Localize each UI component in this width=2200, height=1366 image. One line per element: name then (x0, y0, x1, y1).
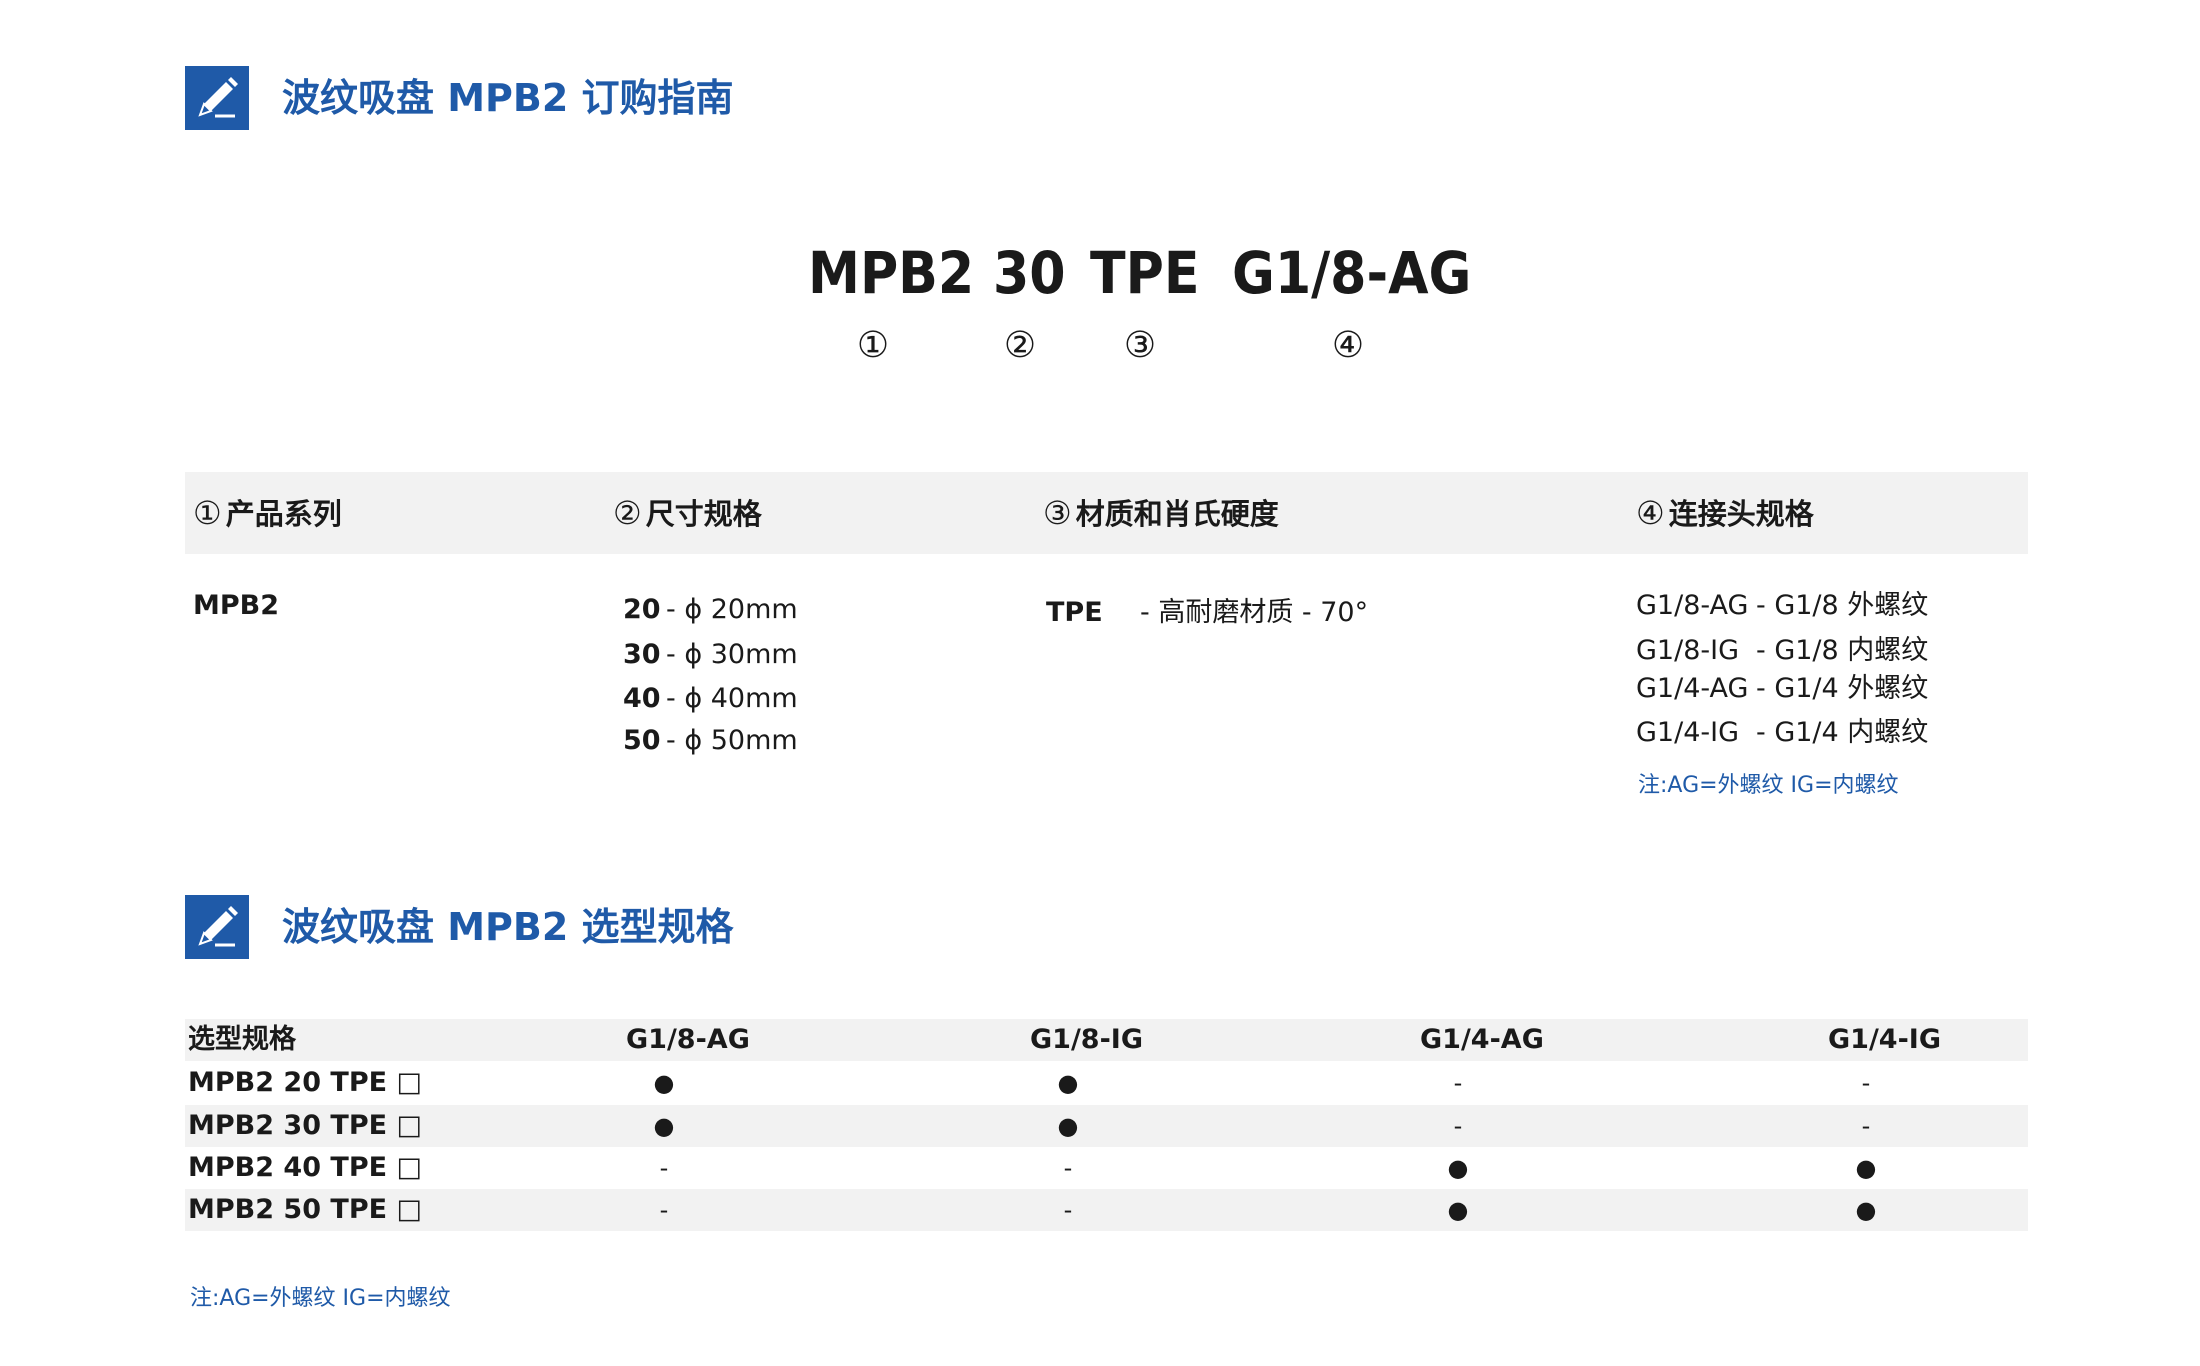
size-code: 40 (623, 683, 661, 714)
table-cell: ● (1855, 1154, 1877, 1182)
table-row-band (185, 1189, 2028, 1231)
code-marker-4: ④ (1331, 325, 1365, 366)
table-cell: ● (1447, 1196, 1469, 1224)
code-marker-3: ③ (1123, 325, 1157, 366)
code-part-size: 30 (993, 239, 1066, 307)
table-cell: ● (1057, 1069, 1079, 1097)
pencil-icon (185, 895, 249, 959)
size-desc: - ϕ 50mm (666, 725, 798, 756)
spec-header-size: ② 尺寸规格 (613, 494, 762, 532)
material-desc: - 高耐磨材质 - 70° (1140, 597, 1369, 628)
table-cell: ● (1855, 1196, 1877, 1224)
pencil-icon (185, 66, 249, 130)
code-marker-2: ② (1003, 325, 1037, 366)
table-cell: - (1861, 1069, 1871, 1097)
code-part-series: MPB2 (808, 239, 975, 307)
table-cell: - (1063, 1196, 1073, 1224)
spec-series-value: MPB2 (193, 590, 280, 621)
code-marker-1: ① (856, 325, 890, 366)
connector-desc: - G1/4 内螺纹 (1756, 717, 1929, 748)
table-cell: - (1861, 1112, 1871, 1140)
table-cell: - (1063, 1154, 1073, 1182)
spec-header-material: ③ 材质和肖氏硬度 (1043, 494, 1279, 532)
code-part-connector: G1/8-AG (1232, 239, 1472, 307)
table-row-band (185, 1105, 2028, 1147)
size-desc: - ϕ 30mm (666, 639, 798, 670)
section-title-selection: 波纹吸盘 MPB2 选型规格 (282, 905, 734, 949)
table-cell: - (1453, 1112, 1463, 1140)
size-code: 30 (623, 639, 661, 670)
table-cell: ● (653, 1069, 675, 1097)
table-header-label: 选型规格 (188, 1024, 296, 1055)
spec-header-series: ① 产品系列 (193, 494, 342, 532)
table-note: 注:AG=外螺纹 IG=内螺纹 (190, 1286, 451, 1311)
table-header-g18ig: G1/8-IG (1030, 1024, 1144, 1055)
table-header-g14ig: G1/4-IG (1828, 1024, 1942, 1055)
material-code: TPE (1046, 597, 1103, 628)
connector-desc: - G1/4 外螺纹 (1756, 673, 1929, 704)
connector-code: G1/4-AG (1636, 673, 1749, 704)
spec-note: 注:AG=外螺纹 IG=内螺纹 (1638, 773, 1899, 798)
table-cell: ● (1057, 1112, 1079, 1140)
spec-header-connector: ④ 连接头规格 (1636, 494, 1814, 532)
table-row-label: MPB2 20 TPE □ (188, 1067, 422, 1098)
table-cell: - (1453, 1069, 1463, 1097)
connector-desc: - G1/8 外螺纹 (1756, 590, 1929, 621)
section-title-ordering: 波纹吸盘 MPB2 订购指南 (282, 76, 734, 120)
table-row-label: MPB2 50 TPE □ (188, 1194, 422, 1225)
table-row-label: MPB2 40 TPE □ (188, 1152, 422, 1183)
size-desc: - ϕ 20mm (666, 594, 798, 625)
table-cell: - (659, 1196, 669, 1224)
connector-desc: - G1/8 内螺纹 (1756, 635, 1929, 666)
connector-code: G1/8-AG (1636, 590, 1749, 621)
table-cell: - (659, 1154, 669, 1182)
table-header-g18ag: G1/8-AG (626, 1024, 750, 1055)
table-cell: ● (1447, 1154, 1469, 1182)
table-header-g14ag: G1/4-AG (1420, 1024, 1544, 1055)
size-code: 20 (623, 594, 661, 625)
connector-code: G1/8-IG (1636, 635, 1740, 666)
size-desc: - ϕ 40mm (666, 683, 798, 714)
table-row-label: MPB2 30 TPE □ (188, 1110, 422, 1141)
connector-code: G1/4-IG (1636, 717, 1740, 748)
table-cell: ● (653, 1112, 675, 1140)
size-code: 50 (623, 725, 661, 756)
code-part-material: TPE (1090, 239, 1200, 307)
